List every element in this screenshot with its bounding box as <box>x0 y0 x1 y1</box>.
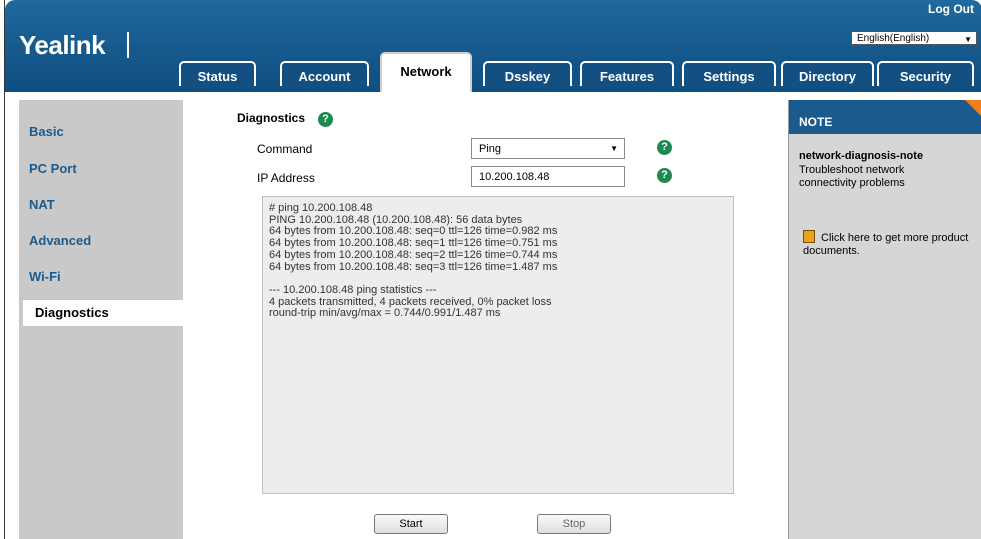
sidebar-item-diagnostics[interactable]: Diagnostics <box>23 300 193 326</box>
documents-link-text: Click here to get more product documents… <box>803 232 969 257</box>
page-frame: Yealink Log Out English(English) ▼ Statu… <box>4 0 981 539</box>
command-select-value: Ping <box>479 143 502 155</box>
sidebar-item-basic[interactable]: Basic <box>29 124 64 139</box>
chevron-down-icon: ▼ <box>610 144 618 153</box>
tab-settings[interactable]: Settings <box>682 61 776 86</box>
note-heading: network-diagnosis-note <box>799 150 924 162</box>
tab-account[interactable]: Account <box>280 61 369 86</box>
logout-link[interactable]: Log Out <box>928 2 974 16</box>
yealink-logo: Yealink <box>19 30 106 60</box>
diagnostics-output: # ping 10.200.108.48 PING 10.200.108.48 … <box>262 196 734 494</box>
ip-address-input[interactable]: 10.200.108.48 <box>471 166 625 187</box>
tab-dsskey[interactable]: Dsskey <box>483 61 572 86</box>
command-select[interactable]: Ping ▼ <box>471 138 625 159</box>
tab-features[interactable]: Features <box>580 61 674 86</box>
help-icon[interactable]: ? <box>318 112 333 127</box>
ip-address-label: IP Address <box>257 171 315 185</box>
logo-divider <box>127 32 129 58</box>
tab-underline <box>5 92 981 100</box>
start-button[interactable]: Start <box>374 514 448 534</box>
stop-button[interactable]: Stop <box>537 514 611 534</box>
note-corner-icon <box>965 100 981 118</box>
sidebar-item-advanced[interactable]: Advanced <box>29 233 91 248</box>
note-panel: NOTE network-diagnosis-note Troubleshoot… <box>788 100 981 539</box>
command-label: Command <box>257 142 313 156</box>
tab-security[interactable]: Security <box>877 61 974 86</box>
tab-network[interactable]: Network <box>380 52 472 92</box>
language-select-value: English(English) <box>857 33 930 44</box>
sidebar-item-nat[interactable]: NAT <box>29 197 55 212</box>
command-help-icon[interactable]: ? <box>657 140 672 155</box>
documents-link[interactable]: Click here to get more product documents… <box>803 230 973 258</box>
language-select[interactable]: English(English) ▼ <box>851 31 977 45</box>
sidebar-item-pc-port[interactable]: PC Port <box>29 161 77 176</box>
tab-status[interactable]: Status <box>179 61 256 86</box>
document-icon <box>803 230 815 243</box>
section-title: Diagnostics <box>237 111 306 125</box>
ip-address-help-icon[interactable]: ? <box>657 168 672 183</box>
sidebar-item-wifi[interactable]: Wi-Fi <box>29 269 61 284</box>
note-title: NOTE <box>789 100 981 134</box>
header-bar: Yealink Log Out English(English) ▼ Statu… <box>5 0 981 92</box>
tab-directory[interactable]: Directory <box>781 61 874 86</box>
note-body: Troubleshoot network connectivity proble… <box>799 164 905 189</box>
dropdown-arrow-icon: ▼ <box>964 35 972 44</box>
